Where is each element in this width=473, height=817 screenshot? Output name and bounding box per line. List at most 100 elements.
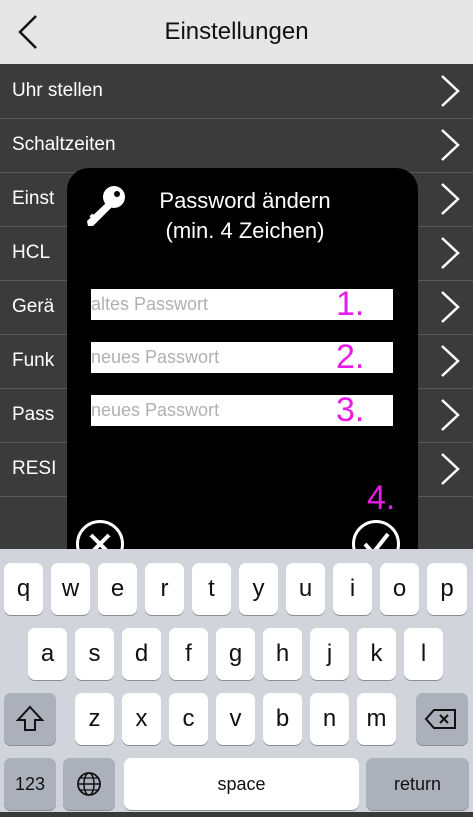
key-i[interactable]: i (333, 563, 372, 615)
key-label: o (392, 575, 407, 602)
key-label: q (16, 575, 31, 602)
checkmark-icon (363, 532, 390, 549)
key-c[interactable]: c (169, 693, 208, 745)
key-label: return (393, 774, 442, 794)
cancel-button[interactable] (76, 520, 124, 549)
numbers-key[interactable]: 123 (4, 758, 56, 810)
key-label: n (322, 705, 337, 732)
key-l[interactable]: l (404, 628, 443, 680)
key-h[interactable]: h (263, 628, 302, 680)
onscreen-keyboard: q w e r t y u i o p a s d f g h j k l z … (0, 549, 473, 812)
key-d[interactable]: d (122, 628, 161, 680)
chevron-right-icon (441, 237, 460, 269)
key-label: w (61, 575, 80, 602)
key-k[interactable]: k (357, 628, 396, 680)
key-z[interactable]: z (75, 693, 114, 745)
key-r[interactable]: r (145, 563, 184, 615)
key-label: j (326, 640, 333, 667)
key-label: k (370, 640, 383, 667)
key-b[interactable]: b (263, 693, 302, 745)
dialog-title: Password ändern (min. 4 Zeichen) (125, 186, 365, 246)
key-s[interactable]: s (75, 628, 114, 680)
navigation-bar: Einstellungen (0, 0, 473, 64)
key-label: space (217, 774, 266, 794)
key-label: a (40, 640, 55, 667)
chevron-right-icon (441, 399, 460, 431)
globe-key[interactable] (63, 758, 115, 810)
new-password-field[interactable]: 2. (91, 338, 393, 376)
step-number: 3. (336, 391, 365, 429)
list-item[interactable]: Uhr stellen (0, 64, 473, 119)
confirm-step-number: 4. (367, 479, 396, 517)
new-password-input[interactable] (91, 342, 331, 373)
chevron-right-icon (441, 291, 460, 323)
key-label: 123 (14, 774, 46, 794)
key-u[interactable]: u (286, 563, 325, 615)
key-label: e (110, 575, 125, 602)
chevron-right-icon (441, 75, 460, 107)
shift-icon (15, 705, 45, 731)
list-item-label: Pass (12, 404, 55, 425)
list-item-label: Funk (12, 350, 55, 371)
old-password-field[interactable]: 1. (91, 285, 393, 323)
key-p[interactable]: p (427, 563, 467, 615)
confirm-password-field[interactable]: 3. (91, 391, 393, 429)
key-j[interactable]: j (310, 628, 349, 680)
key-label: m (366, 705, 387, 732)
chevron-right-icon (441, 345, 460, 377)
dialog-title-line2: (min. 4 Zeichen) (165, 218, 325, 243)
chevron-right-icon (441, 129, 460, 161)
key-label: v (229, 705, 242, 732)
key-label: g (228, 640, 243, 667)
key-v[interactable]: v (216, 693, 255, 745)
key-label: f (185, 640, 192, 667)
key-f[interactable]: f (169, 628, 208, 680)
list-item-label: Einst (12, 188, 55, 209)
key-label: c (182, 705, 195, 732)
key-label: b (275, 705, 290, 732)
key-label: t (208, 575, 215, 602)
key-n[interactable]: n (310, 693, 349, 745)
key-a[interactable]: a (28, 628, 67, 680)
key-m[interactable]: m (357, 693, 396, 745)
key-label: p (440, 575, 454, 602)
list-item-label: RESI (12, 458, 57, 479)
confirm-button[interactable] (352, 520, 400, 549)
key-label: h (275, 640, 290, 667)
key-g[interactable]: g (216, 628, 255, 680)
key-icon (87, 186, 125, 226)
shift-key[interactable] (4, 693, 56, 745)
return-key[interactable]: return (366, 758, 469, 810)
key-w[interactable]: w (51, 563, 90, 615)
key-label: z (88, 705, 101, 732)
key-label: i (349, 575, 356, 602)
page-title: Einstellungen (164, 18, 309, 45)
list-item[interactable]: Schaltzeiten (0, 118, 473, 173)
key-e[interactable]: e (98, 563, 137, 615)
key-x[interactable]: x (122, 693, 161, 745)
step-number: 1. (336, 285, 365, 323)
key-t[interactable]: t (192, 563, 231, 615)
key-q[interactable]: q (4, 563, 43, 615)
key-label: x (135, 705, 148, 732)
chevron-right-icon (441, 453, 460, 485)
backspace-icon (424, 709, 456, 729)
key-o[interactable]: o (380, 563, 419, 615)
confirm-password-input[interactable] (91, 395, 331, 426)
list-item-label: Schaltzeiten (12, 134, 116, 155)
change-password-dialog: Password ändern (min. 4 Zeichen) 1. 2. 3… (67, 168, 418, 549)
list-item-label: Uhr stellen (12, 80, 103, 101)
key-label: d (134, 640, 149, 667)
key-label: y (252, 575, 265, 602)
key-label: u (298, 575, 313, 602)
step-number: 2. (336, 338, 365, 376)
space-key[interactable]: space (124, 758, 359, 810)
list-item-label: Gerä (12, 296, 55, 317)
old-password-input[interactable] (91, 289, 331, 320)
key-label: r (160, 575, 169, 602)
backspace-key[interactable] (416, 693, 468, 745)
chevron-right-icon (441, 183, 460, 215)
key-y[interactable]: y (239, 563, 278, 615)
close-icon (89, 533, 111, 549)
key-label: l (420, 640, 427, 667)
